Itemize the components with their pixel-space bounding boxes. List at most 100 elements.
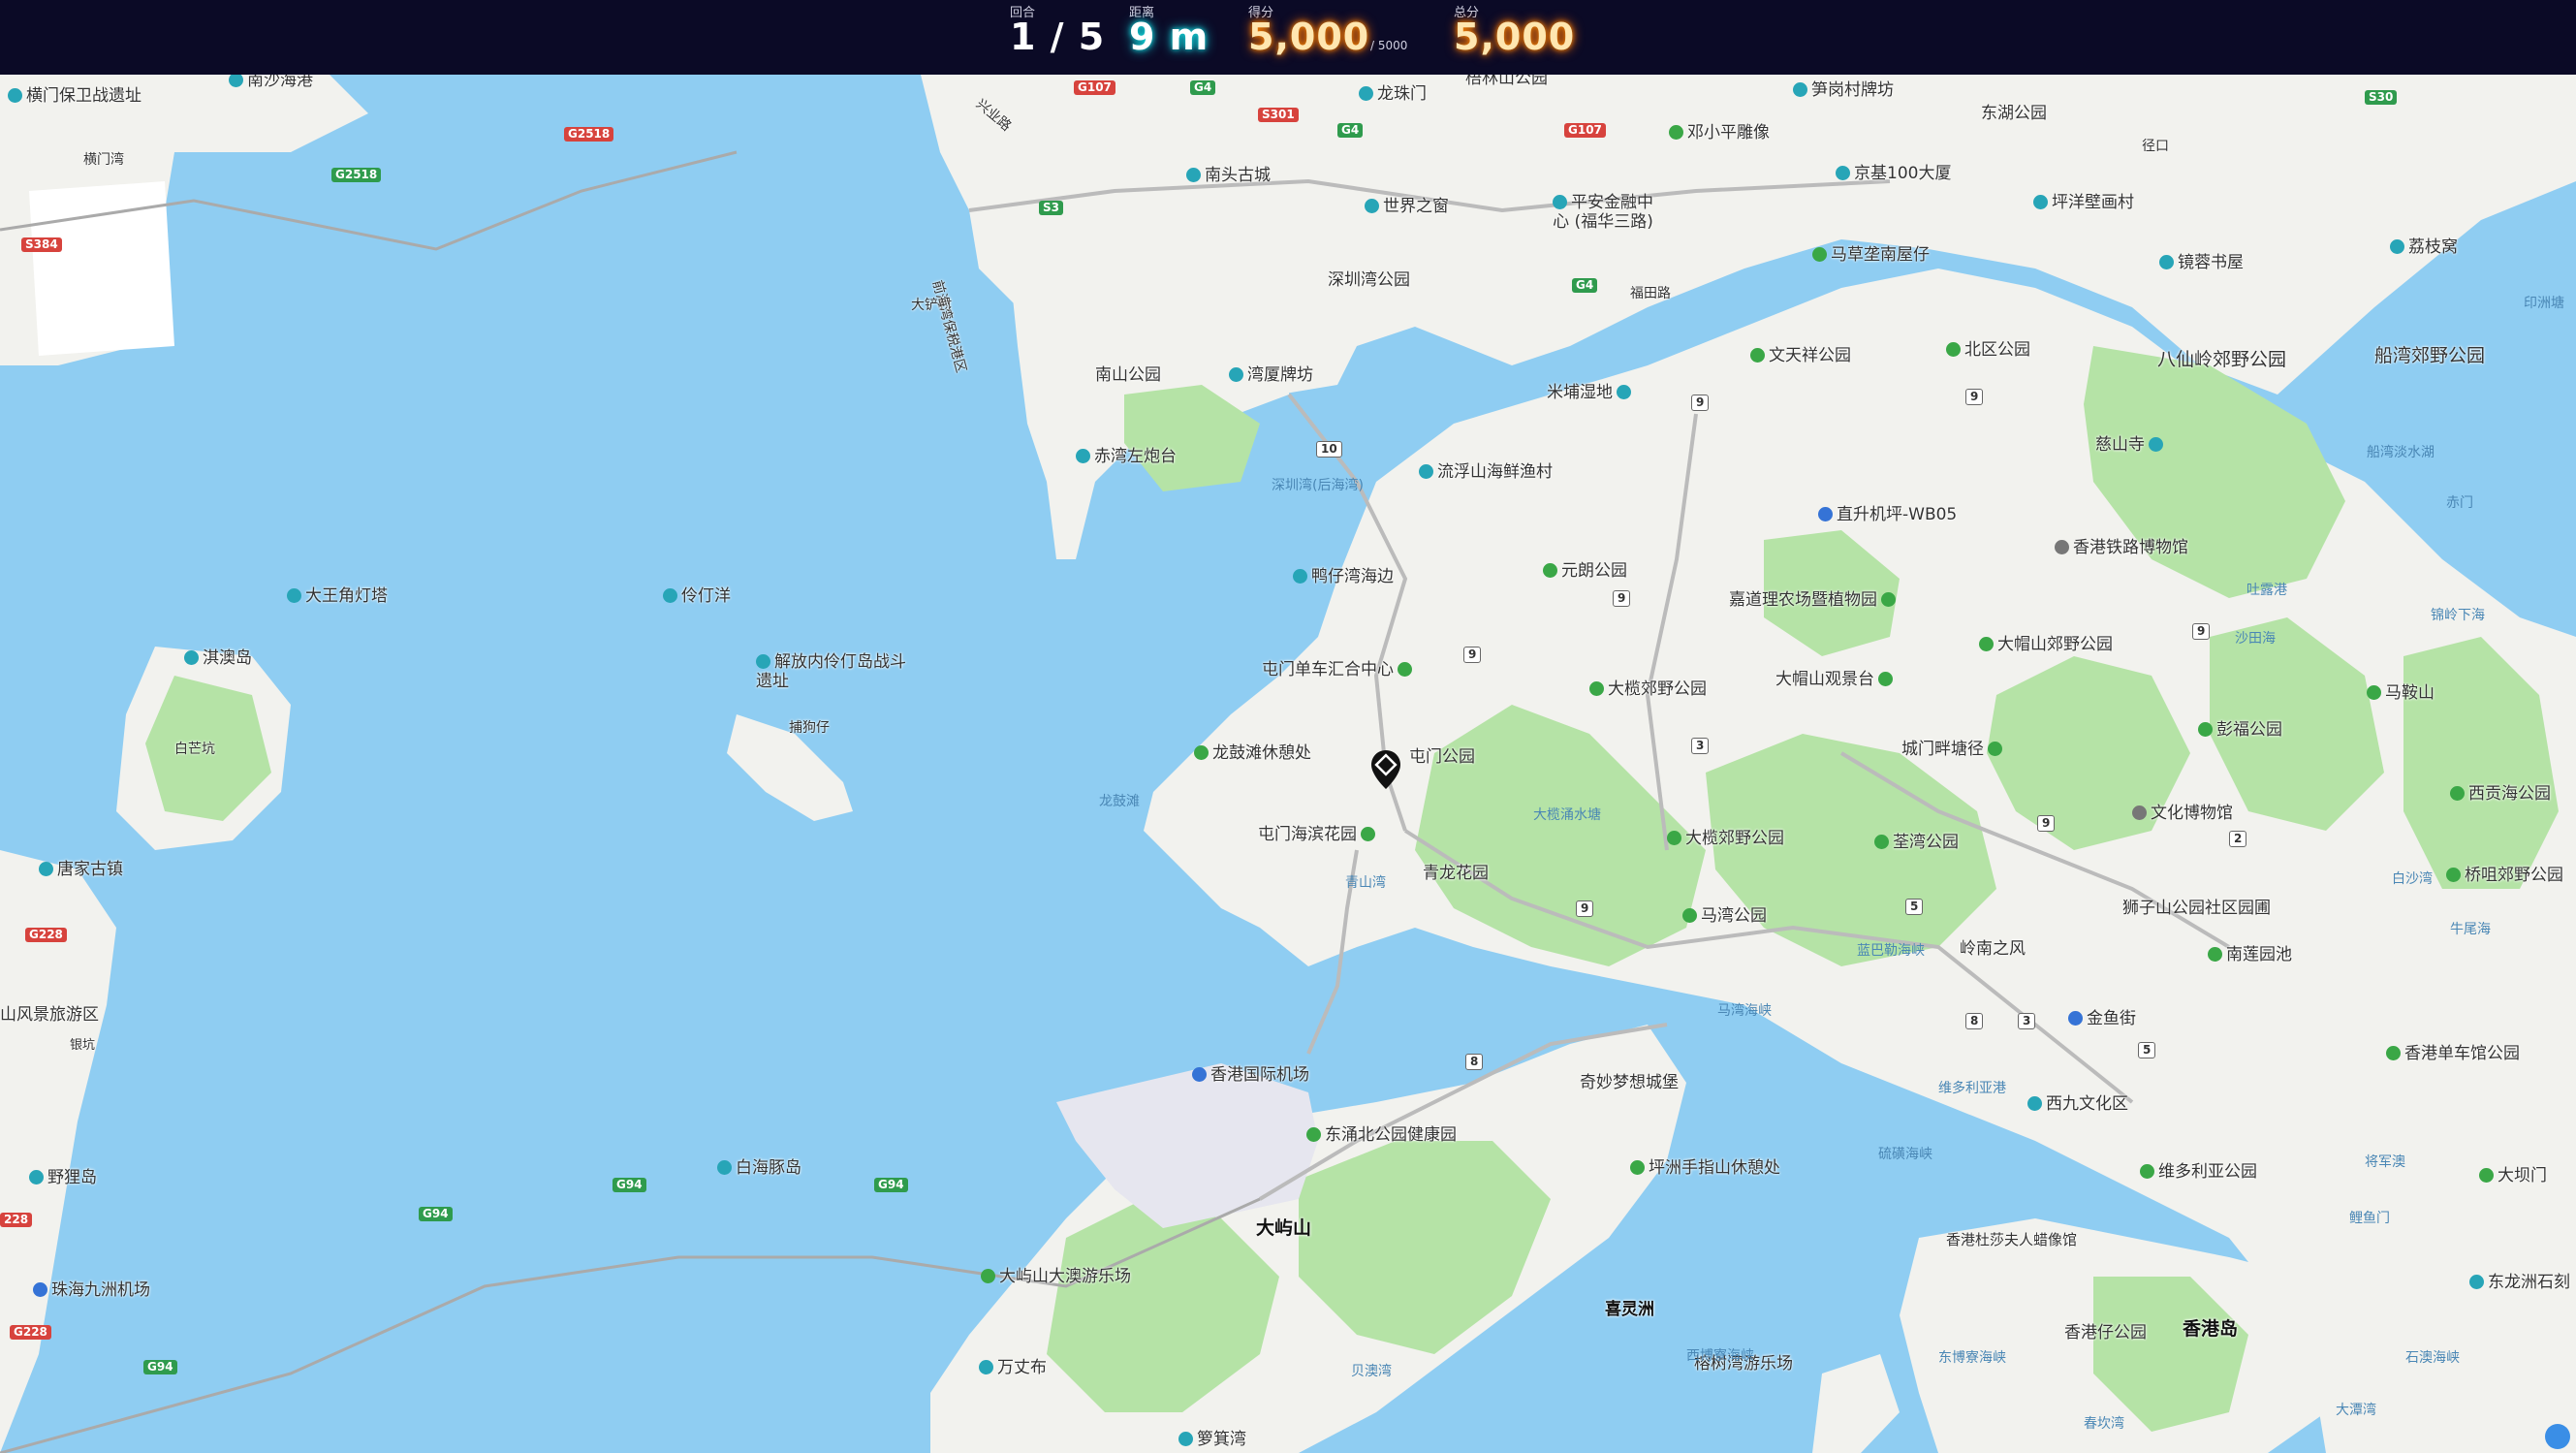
map-label: 大帽山观景台 <box>1775 670 1897 689</box>
road-shield: S301 <box>1258 108 1299 122</box>
map-label: 野狸岛 <box>29 1168 97 1187</box>
guess-location-pin[interactable] <box>1369 748 1402 791</box>
map-label: 香港仔公园 <box>2064 1323 2147 1342</box>
road-shield: 9 <box>1691 395 1710 411</box>
map-label: 北区公园 <box>1946 340 2030 360</box>
road-shield: S3 <box>1039 201 1063 215</box>
map-label: 解放内伶仃岛战斗遗址 <box>756 652 906 691</box>
map-label: 唐家古镇 <box>39 860 123 879</box>
map-label: 银坑 <box>70 1038 96 1053</box>
map-label: 米埔湿地 <box>1547 383 1635 402</box>
map-label: 荔枝窝 <box>2390 237 2458 257</box>
map-label: 船湾淡水湖 <box>2367 445 2435 460</box>
map-label: 吐露港 <box>2246 583 2287 598</box>
map-label: 福田路 <box>1630 286 1671 301</box>
road-shield: 9 <box>1965 389 1984 405</box>
map-label: 慈山寺 <box>2095 435 2167 455</box>
road-shield: 5 <box>1905 899 1924 915</box>
map-label: 贝澳湾 <box>1351 1364 1392 1379</box>
map-label: 横门保卫战遗址 <box>8 86 141 106</box>
road-shield: 10 <box>1316 441 1342 458</box>
road-shield: S384 <box>21 237 62 252</box>
map-label: 大帽山郊野公园 <box>1979 635 2113 654</box>
distance-value: 9 m <box>1129 16 1209 58</box>
road-shield: 9 <box>2037 815 2056 832</box>
map-label: 金鱼街 <box>2068 1009 2136 1028</box>
map-label: 南山公园 <box>1095 365 1161 385</box>
road-shield: G4 <box>1572 278 1598 293</box>
map-label: 京基100大厦 <box>1836 164 1951 183</box>
map-label: 西贡海公园 <box>2450 784 2551 804</box>
map-label: 深圳湾公园 <box>1328 270 1410 290</box>
map-label: 捕狗仔 <box>789 720 830 736</box>
map-label: 深圳湾(后海湾) <box>1272 478 1364 493</box>
map-label: 大屿山大澳游乐场 <box>981 1267 1131 1286</box>
road-shield: G94 <box>613 1178 646 1192</box>
map-label: 荃湾公园 <box>1874 833 1959 852</box>
map-attribution-icon[interactable] <box>2545 1424 2570 1449</box>
map-label: 嘉道理农场暨植物园 <box>1729 590 1900 610</box>
map-label: 船湾郊野公园 <box>2374 345 2486 366</box>
map-label: 香港岛 <box>2183 1318 2239 1340</box>
map-label: 珠海九洲机场 <box>33 1280 150 1300</box>
road-shield: G4 <box>1190 80 1216 95</box>
road-shield: 9 <box>2192 623 2211 640</box>
map-label: 南头古城 <box>1186 166 1271 185</box>
map-label: 文化博物馆 <box>2132 804 2233 823</box>
map-label: 马草垄南屋仔 <box>1812 245 1930 265</box>
map-label: 元朗公园 <box>1543 561 1627 581</box>
map-label: 伶仃洋 <box>663 586 731 606</box>
map-canvas[interactable]: G107 G4 S301 G2518 G2518 S384 S3 G4 G107… <box>0 69 2576 1453</box>
map-label: 香港国际机场 <box>1192 1065 1309 1085</box>
road-shield: G107 <box>1074 80 1115 95</box>
map-label: 八仙岭郊野公园 <box>2157 349 2287 370</box>
map-label: 赤门 <box>2446 495 2473 511</box>
map-label: 鸭仔湾海边 <box>1293 567 1394 586</box>
map-label: 石澳海峡 <box>2405 1350 2460 1366</box>
road-shield: 5 <box>2138 1042 2156 1058</box>
map-label: 岭南之风 <box>1960 939 2026 959</box>
map-label: 文天祥公园 <box>1750 346 1851 365</box>
map-label: 白沙湾 <box>2392 871 2433 887</box>
road-shield: G107 <box>1564 123 1606 138</box>
road-shield: 228 <box>0 1213 33 1227</box>
road-shield: G94 <box>143 1360 177 1374</box>
road-shield: G228 <box>10 1325 51 1340</box>
map-label: 赤湾左炮台 <box>1076 447 1177 466</box>
map-label: 直升机坪-WB05 <box>1818 505 1957 524</box>
map-label: 屯门单车汇合中心 <box>1262 660 1416 679</box>
map-label: 坪洲手指山休憩处 <box>1630 1158 1780 1178</box>
map-base <box>0 75 2576 1453</box>
map-label: 马鞍山 <box>2367 683 2435 703</box>
road-shield: 9 <box>1576 900 1594 917</box>
map-label: 香港单车馆公园 <box>2386 1044 2520 1063</box>
map-label: 邓小平雕像 <box>1669 123 1770 142</box>
map-label: 万丈布 <box>979 1358 1047 1377</box>
total-value: 5,000 <box>1454 16 1576 58</box>
map-label: 大榄涌水塘 <box>1533 807 1601 823</box>
map-label: 东涌北公园健康园 <box>1306 1125 1457 1145</box>
map-label: 维多利亚公园 <box>2140 1162 2257 1182</box>
map-label: 马湾海峡 <box>1717 1003 1772 1019</box>
map-label: 牛尾海 <box>2450 922 2491 937</box>
map-label: 硫磺海峡 <box>1878 1147 1932 1162</box>
map-label: 春坎湾 <box>2084 1416 2124 1432</box>
map-label: 坪洋壁画村 <box>2033 193 2134 212</box>
map-label: 维多利亚港 <box>1938 1081 2006 1096</box>
map-label: 大屿山 <box>1256 1217 1312 1239</box>
road-shield: 8 <box>1465 1054 1484 1070</box>
map-label: 奇妙梦想城堡 <box>1580 1073 1679 1092</box>
map-label: 锦岭下海 <box>2431 608 2485 623</box>
map-label: 南莲园池 <box>2208 945 2292 964</box>
map-label: 将军澳 <box>2365 1154 2405 1170</box>
road-shield: 2 <box>2229 831 2247 847</box>
score-value: 5,000 <box>1248 16 1370 58</box>
map-label: 流浮山海鲜渔村 <box>1419 462 1553 482</box>
map-label: 狮子山公园社区园圃 <box>2122 899 2271 918</box>
map-label: 喜灵洲 <box>1605 1300 1654 1319</box>
map-label: 马湾公园 <box>1682 906 1767 926</box>
map-label: 大榄郊野公园 <box>1589 679 1707 699</box>
map-label: 龙鼓滩休憩处 <box>1194 743 1311 763</box>
map-label: 桥咀郊野公园 <box>2446 866 2563 885</box>
map-label: 镜蓉书屋 <box>2159 253 2244 272</box>
